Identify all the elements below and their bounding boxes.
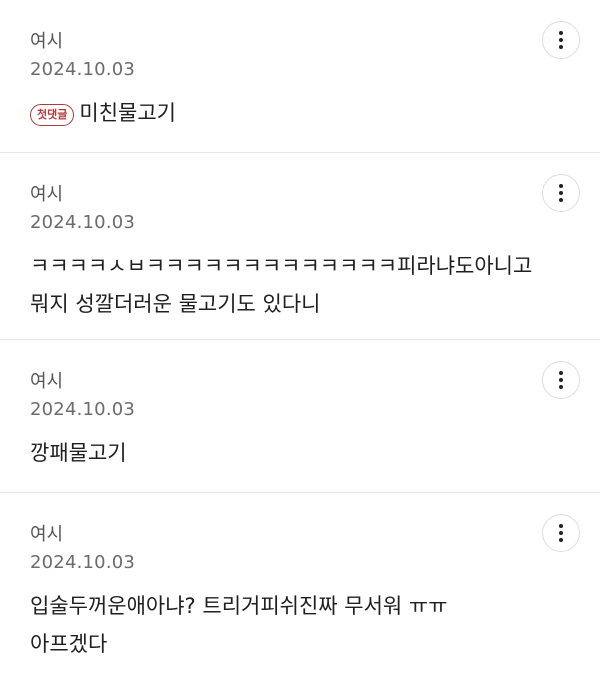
- comment-date: 2024.10.03: [30, 212, 136, 233]
- more-options-button[interactable]: [542, 174, 580, 212]
- comment-date: 2024.10.03: [30, 59, 136, 80]
- more-vertical-icon: [559, 31, 563, 49]
- comment-author[interactable]: 여시: [30, 523, 63, 547]
- comment-item: 여시 2024.10.03 첫댓글 미친물고기: [0, 0, 600, 153]
- more-vertical-icon: [559, 184, 563, 202]
- comment-item: 여시 2024.10.03 ㅋㅋㅋㅋㅅㅂㅋㅋㅋㅋㅋㅋㅋㅋㅋㅋㅋㅋㅋ피라냐도아니고…: [0, 153, 600, 340]
- comment-text-line: 아프겠다: [30, 632, 108, 656]
- comment-list: 여시 2024.10.03 첫댓글 미친물고기 여시 2024.10.03 ㅋㅋㅋ…: [0, 0, 600, 685]
- comment-author[interactable]: 여시: [30, 370, 63, 394]
- comment-body: 첫댓글 미친물고기: [30, 94, 540, 132]
- comment-body: 깡패물고기: [30, 434, 540, 472]
- more-vertical-icon: [559, 371, 563, 389]
- comment-item: 여시 2024.10.03 입술두꺼운애아냐? 트리거피쉬진짜 무서워 ㅠㅠ 아…: [0, 493, 600, 685]
- comment-text-line: 입술두꺼운애아냐? 트리거피쉬진짜 무서워 ㅠㅠ: [30, 594, 448, 618]
- comment-author[interactable]: 여시: [30, 183, 63, 207]
- comment-author[interactable]: 여시: [30, 30, 63, 54]
- more-vertical-icon: [559, 524, 563, 542]
- comment-body: ㅋㅋㅋㅋㅅㅂㅋㅋㅋㅋㅋㅋㅋㅋㅋㅋㅋㅋㅋ피라냐도아니고 뭐지 성깔더러운 물고기도…: [30, 247, 540, 323]
- comment-text-line: 깡패물고기: [30, 441, 127, 465]
- comment-item: 여시 2024.10.03 깡패물고기: [0, 340, 600, 493]
- more-options-button[interactable]: [542, 21, 580, 59]
- comment-text-line: ㅋㅋㅋㅋㅅㅂㅋㅋㅋㅋㅋㅋㅋㅋㅋㅋㅋㅋㅋ피라냐도아니고: [30, 254, 533, 278]
- comment-date: 2024.10.03: [30, 552, 136, 573]
- comment-date: 2024.10.03: [30, 399, 136, 420]
- more-options-button[interactable]: [542, 361, 580, 399]
- first-comment-badge: 첫댓글: [30, 104, 75, 126]
- more-options-button[interactable]: [542, 514, 580, 552]
- comment-text-line: 미친물고기: [79, 101, 176, 125]
- comment-body: 입술두꺼운애아냐? 트리거피쉬진짜 무서워 ㅠㅠ 아프겠다: [30, 587, 540, 663]
- comment-text-line: 뭐지 성깔더러운 물고기도 있다니: [30, 292, 321, 316]
